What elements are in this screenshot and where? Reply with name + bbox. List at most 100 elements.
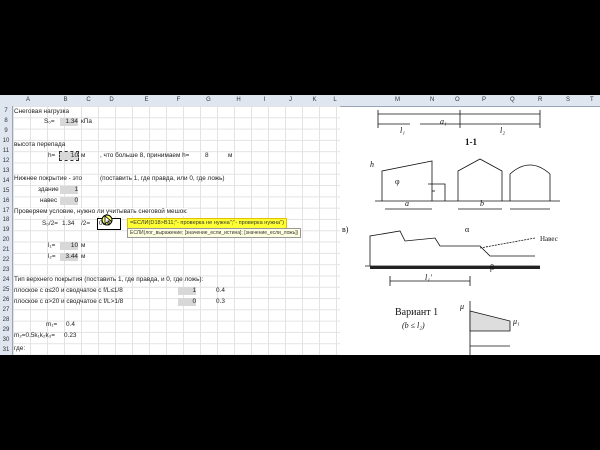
row-number[interactable]: 9: [0, 128, 12, 134]
cell-b18[interactable]: 1.34: [62, 220, 74, 228]
row-number[interactable]: 11: [0, 148, 12, 154]
cell-a31[interactable]: где:: [14, 345, 25, 353]
row-number[interactable]: 29: [0, 327, 12, 333]
col-l[interactable]: L: [330, 97, 340, 103]
excel-window: A B C D E F G H I J K L 7 8 9 10 11 12 13 14 15 1…: [0, 95, 600, 355]
row-number[interactable]: 18: [0, 217, 12, 223]
cell-a21[interactable]: l₂=: [48, 253, 56, 261]
label-beta: β: [490, 263, 495, 272]
cell-h11[interactable]: м: [228, 152, 232, 160]
row-header: 7 8 9 10 11 12 13 14 15 16 17 18 19 20 21 22 23 24 25 26 27 2…: [0, 106, 13, 355]
dim-l1: l₁: [400, 126, 406, 135]
cell-a25[interactable]: плоское с α>20 и сводчатое с f/L>1/8: [14, 298, 123, 306]
row-number[interactable]: 16: [0, 198, 12, 204]
row-number[interactable]: 30: [0, 337, 12, 343]
cell-a7[interactable]: Снеговая нагрузка: [14, 108, 69, 116]
col-q[interactable]: Q: [510, 97, 515, 103]
section-label: 1-1: [465, 137, 477, 147]
cell-c21[interactable]: м: [81, 253, 85, 261]
cell-b8[interactable]: 1.34: [60, 118, 78, 126]
row-number[interactable]: 20: [0, 237, 12, 243]
label-v: в): [342, 225, 349, 234]
cell-b15[interactable]: 0: [60, 197, 78, 205]
label-lprime: l₁': [425, 273, 432, 282]
col-r[interactable]: R: [538, 97, 542, 103]
col-n[interactable]: N: [430, 97, 434, 103]
row-number[interactable]: 8: [0, 118, 12, 124]
cell-d11[interactable]: , что больше 8, принимаем h=: [100, 152, 189, 160]
col-c[interactable]: C: [80, 97, 97, 103]
cell-a23[interactable]: Тип верхнего покрытия (поставить 1, где …: [14, 276, 203, 284]
cell-a29[interactable]: m₂=0.5k₁k₂k₃=: [14, 332, 55, 340]
row-number[interactable]: 15: [0, 188, 12, 194]
cell-d13[interactable]: (поставить 1, где правда, или 0, где лож…: [100, 175, 225, 183]
cell-f25[interactable]: 0: [178, 298, 196, 306]
cell-c20[interactable]: м: [81, 242, 85, 250]
col-h[interactable]: H: [230, 97, 247, 103]
dim-l2: l₂: [500, 126, 506, 135]
cell-a8[interactable]: S₀=: [44, 118, 55, 126]
row-number[interactable]: 19: [0, 227, 12, 233]
cell-b29[interactable]: 0.23: [64, 332, 76, 340]
label-mu: μ: [460, 302, 465, 311]
row-number[interactable]: 12: [0, 158, 12, 164]
cell-c18[interactable]: /2=: [81, 220, 90, 228]
col-g[interactable]: G: [200, 97, 217, 103]
label-phi: φ: [395, 177, 400, 186]
row-number[interactable]: 7: [0, 108, 12, 114]
col-b[interactable]: B: [57, 97, 74, 103]
cell-b27[interactable]: 0.4: [66, 321, 75, 329]
col-i[interactable]: I: [256, 97, 273, 103]
cell-g24[interactable]: 0.4: [216, 287, 225, 295]
col-f[interactable]: F: [170, 97, 187, 103]
col-d[interactable]: D: [103, 97, 120, 103]
row-number[interactable]: 31: [0, 347, 12, 353]
cell-c8[interactable]: кПа: [81, 118, 92, 126]
cell-b21[interactable]: 3.44: [60, 253, 78, 261]
col-m[interactable]: M: [395, 97, 400, 103]
row-number[interactable]: 26: [0, 297, 12, 303]
col-p[interactable]: P: [482, 97, 486, 103]
cell-b14[interactable]: 1: [60, 186, 78, 194]
row-number[interactable]: 17: [0, 208, 12, 214]
col-s[interactable]: S: [566, 97, 570, 103]
col-k[interactable]: K: [306, 97, 323, 103]
cell-a20[interactable]: l₁=: [48, 242, 55, 250]
variant-title: Вариант 1: [395, 307, 439, 318]
variant-condition: (b ≤ l₂): [402, 321, 425, 330]
col-j[interactable]: J: [282, 97, 299, 103]
row-number[interactable]: 24: [0, 277, 12, 283]
col-t[interactable]: T: [590, 97, 594, 103]
cell-a10[interactable]: высота перепада: [14, 141, 65, 149]
mouse-cursor-icon: [101, 214, 113, 226]
cell-g11[interactable]: 8: [205, 152, 209, 160]
cell-f24[interactable]: 1: [178, 287, 196, 295]
cell-a18[interactable]: S₀/2=: [42, 220, 58, 228]
embedded-drawing[interactable]: M N O P Q R S T a₁ l₁ l₂ 1-1 h φ a b в) …: [340, 95, 600, 355]
row-number[interactable]: 22: [0, 257, 12, 263]
row-number[interactable]: 13: [0, 168, 12, 174]
cell-a14[interactable]: здание: [38, 186, 59, 194]
cell-b11[interactable]: 10: [59, 151, 79, 161]
row-number[interactable]: 10: [0, 138, 12, 144]
col-a[interactable]: A: [13, 97, 43, 103]
cell-g25[interactable]: 0.3: [216, 298, 225, 306]
cell-a13[interactable]: Нижнее покрытие - это: [14, 175, 82, 183]
cell-a11[interactable]: h=: [48, 152, 55, 160]
row-number[interactable]: 14: [0, 178, 12, 184]
col-e[interactable]: E: [138, 97, 155, 103]
row-number[interactable]: 27: [0, 307, 12, 313]
col-o[interactable]: O: [455, 97, 460, 103]
row-number[interactable]: 28: [0, 317, 12, 323]
label-h: h: [370, 160, 374, 169]
cell-a15[interactable]: навес: [40, 197, 57, 205]
row-number[interactable]: 25: [0, 287, 12, 293]
label-alpha: α: [465, 225, 470, 234]
label-a: a: [405, 199, 409, 208]
cell-c11[interactable]: м: [81, 152, 85, 160]
row-number[interactable]: 23: [0, 267, 12, 273]
cell-b20[interactable]: 10: [60, 242, 78, 250]
cell-a27[interactable]: m₁=: [46, 321, 57, 329]
row-number[interactable]: 21: [0, 247, 12, 253]
cell-a24[interactable]: плоское с α≤20 и сводчатое с f/L≤1/8: [14, 287, 123, 295]
